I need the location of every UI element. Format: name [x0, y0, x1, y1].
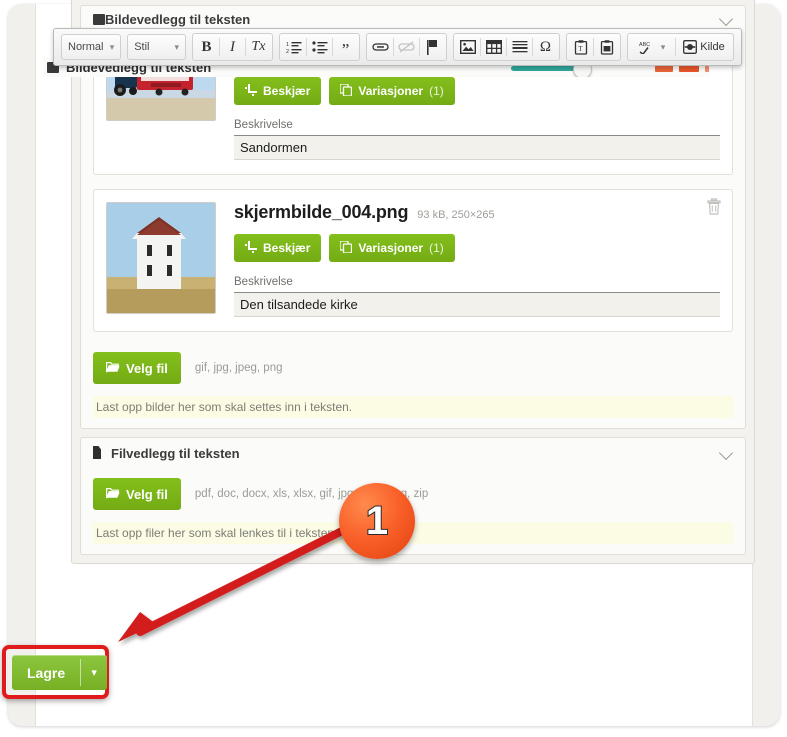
bold-label: B: [201, 38, 212, 55]
crop-icon: [245, 241, 257, 255]
image-icon: [93, 13, 105, 25]
variations-button-label: Variasjoner: [358, 241, 424, 255]
svg-text:1: 1: [286, 42, 289, 48]
variations-button-label: Variasjoner: [358, 84, 424, 98]
document-icon: [93, 446, 104, 460]
image-filename-row: skjermbilde_004.png 93 kB, 250×265: [234, 202, 720, 223]
align-option-a[interactable]: [655, 65, 673, 72]
crop-button-label: Beskjær: [263, 84, 311, 98]
image-section-title: Bildevedlegg til teksten: [105, 11, 251, 27]
svg-text:ABC: ABC: [639, 42, 650, 48]
folder-open-icon: [106, 361, 120, 375]
chevron-down-icon: ▾: [660, 41, 666, 52]
image-upload-row: Velg fil gif, jpg, jpeg, png: [81, 346, 745, 384]
crop-button[interactable]: Beskjær: [234, 77, 322, 105]
crop-button[interactable]: Beskjær: [234, 234, 322, 262]
blockquote-label: ”: [341, 39, 350, 59]
file-attachment-section: Filvedlegg til teksten Velg fil pdf, doc…: [80, 437, 746, 555]
page-body: Bildevedlegg til teksten Beskjær Variasj…: [35, 0, 755, 726]
bulleted-list-icon[interactable]: [307, 35, 332, 59]
save-button[interactable]: Lagre ▾: [12, 655, 108, 690]
copies-icon: [339, 240, 353, 255]
paste-group: T: [566, 33, 621, 61]
editor-toolbar: Normal ▾ Stil ▾ B I Tx 12 ” Ω T ABC ▾ Ki…: [53, 28, 742, 66]
numbered-list-icon[interactable]: 12: [281, 35, 306, 59]
folder-open-icon: [106, 487, 120, 501]
file-section-title: Filvedlegg til teksten: [111, 445, 240, 461]
form-panel: Bildevedlegg til teksten Beskjær Variasj…: [71, 0, 755, 564]
image-actions: Beskjær Variasjoner (1): [234, 234, 720, 262]
file-choose-file-label: Velg fil: [126, 486, 168, 502]
save-area: Lagre ▾: [2, 645, 109, 699]
tools-group: ABC ▾ Kilde: [627, 33, 734, 61]
source-button[interactable]: Kilde: [676, 35, 732, 59]
description-label: Beskrivelse: [234, 276, 293, 288]
svg-text:T: T: [578, 45, 583, 53]
unlink-icon: [394, 35, 419, 59]
align-option-c[interactable]: [705, 65, 709, 72]
align-option-b[interactable]: [679, 65, 699, 72]
style-select-value: Stil: [134, 41, 150, 53]
image-filename: skjermbilde_004.png: [234, 202, 409, 222]
chevron-down-icon[interactable]: [718, 11, 734, 27]
image-icon[interactable]: [455, 35, 480, 59]
style-select[interactable]: Stil ▾: [127, 34, 186, 60]
table-icon[interactable]: [481, 35, 506, 59]
description-input[interactable]: [234, 135, 720, 160]
paste-as-text-icon[interactable]: T: [568, 35, 593, 59]
link-group: [366, 33, 447, 61]
image-actions: Beskjær Variasjoner (1): [234, 77, 720, 105]
step-number: 1: [365, 499, 389, 543]
svg-text:2: 2: [286, 49, 289, 54]
crop-button-label: Beskjær: [263, 241, 311, 255]
description-input[interactable]: [234, 292, 720, 317]
image-thumbnail[interactable]: [106, 202, 216, 314]
variations-count: (1): [429, 84, 444, 98]
chevron-down-icon[interactable]: ▾: [81, 655, 107, 690]
save-button-label: Lagre: [27, 664, 66, 681]
image-choose-file-button[interactable]: Velg fil: [93, 352, 181, 384]
trash-icon[interactable]: [706, 198, 722, 215]
description-label: Beskrivelse: [234, 119, 293, 131]
special-character-icon[interactable]: Ω: [533, 35, 558, 59]
remove-format-button[interactable]: Tx: [246, 35, 271, 59]
image-card-body: skjermbilde_004.png 93 kB, 250×265 Beskjæ…: [234, 202, 720, 317]
chevron-down-icon[interactable]: [718, 445, 734, 461]
image-filemeta: 93 kB, 250×265: [417, 209, 495, 221]
remove-format-label: Tx: [251, 39, 266, 54]
source-button-label: Kilde: [700, 41, 725, 53]
file-choose-file-button[interactable]: Velg fil: [93, 478, 181, 510]
browser-window: Bildevedlegg til teksten Beskjær Variasj…: [8, 0, 780, 726]
paragraph-format-select[interactable]: Normal ▾: [61, 34, 122, 60]
screenshot-root: Bildevedlegg til teksten Beskjær Variasj…: [0, 0, 787, 737]
text-style-group: B I Tx: [192, 33, 273, 61]
insert-group: Ω: [453, 33, 560, 61]
image-allowed-types: gif, jpg, jpeg, png: [194, 362, 283, 374]
anchor-flag-icon[interactable]: [420, 35, 445, 59]
chevron-down-icon: ▾: [174, 41, 179, 52]
crop-icon: [245, 84, 257, 98]
special-char-label: Ω: [539, 38, 552, 55]
paste-from-word-icon[interactable]: [594, 35, 619, 59]
blockquote-icon[interactable]: ”: [333, 32, 358, 62]
variations-count: (1): [429, 241, 444, 255]
spellcheck-button[interactable]: ABC ▾: [629, 35, 675, 59]
file-section-header[interactable]: Filvedlegg til teksten: [81, 438, 745, 468]
image-upload-hint: Last opp bilder her som skal settes inn …: [93, 396, 733, 418]
italic-button[interactable]: I: [220, 35, 245, 59]
variations-button[interactable]: Variasjoner (1): [329, 234, 455, 262]
image-choose-file-label: Velg fil: [126, 360, 168, 376]
italic-label: I: [230, 38, 235, 55]
link-icon[interactable]: [368, 35, 393, 59]
paragraph-format-value: Normal: [68, 41, 104, 53]
step-badge: 1: [339, 483, 415, 559]
bold-button[interactable]: B: [194, 35, 219, 59]
variations-button[interactable]: Variasjoner (1): [329, 77, 455, 105]
copies-icon: [339, 83, 353, 98]
list-group: 12 ”: [279, 33, 360, 61]
horizontal-rule-icon[interactable]: [507, 35, 532, 59]
chevron-down-icon: ▾: [109, 41, 115, 52]
image-file-card: skjermbilde_004.png 93 kB, 250×265 Beskjæ…: [93, 189, 733, 332]
file-upload-row: Velg fil pdf, doc, docx, xls, xlsx, gif,…: [81, 468, 745, 510]
